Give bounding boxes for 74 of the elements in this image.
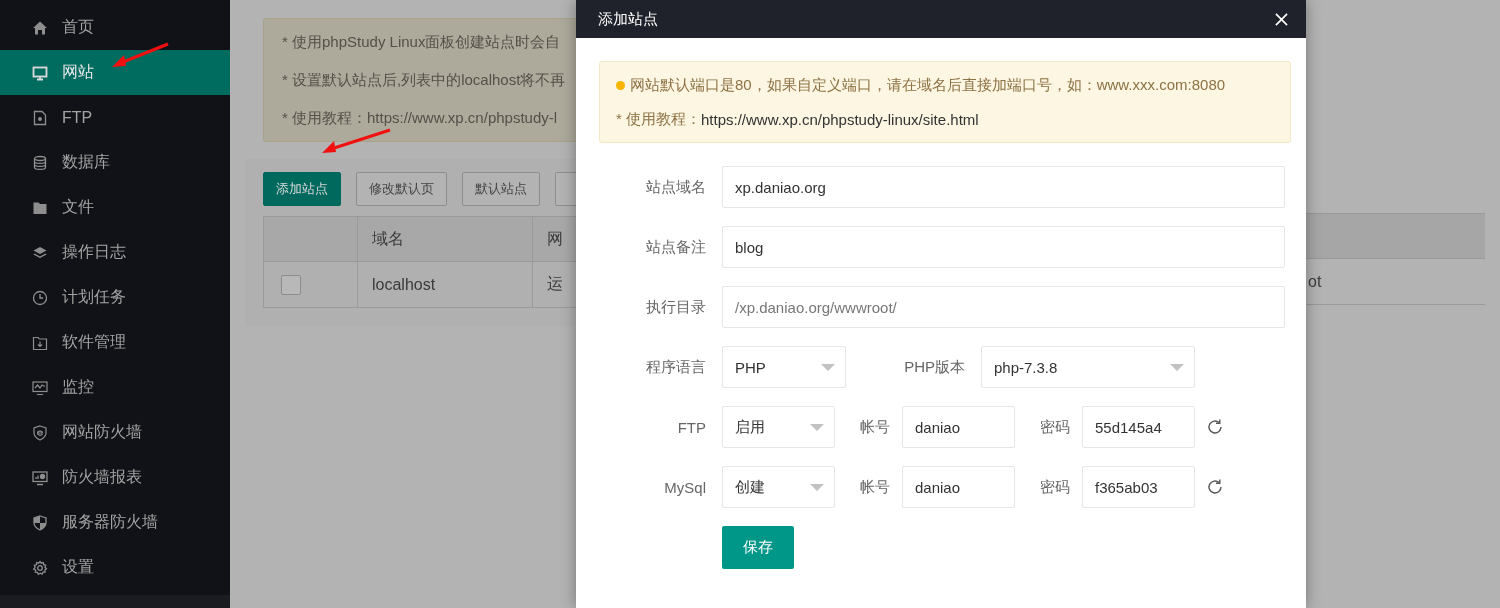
input-field[interactable]: blog (722, 226, 1285, 268)
annotation-arrow (320, 128, 392, 156)
field-label: 执行目录 (645, 297, 707, 317)
table-cell: localhost (358, 262, 533, 307)
table-cell-text: 运 (546, 274, 564, 294)
input-field[interactable]: /xp.daniao.org/wwwroot/ (722, 286, 1285, 328)
table-header-cell: 域名 (358, 217, 533, 261)
alert-text: 网站默认端口是80，如果自定义端口，请在域名后直接加端口号，如：www.xxx.com:8080 (630, 75, 1226, 95)
sidebar-item[interactable]: 操作日志 (0, 230, 230, 275)
sidebar-item[interactable]: 服务器防火墙 (0, 500, 230, 545)
shield-icon (32, 514, 48, 531)
close-icon[interactable] (1275, 12, 1288, 26)
tutorial-link[interactable]: https://www.xp.cn/phpstudy-linux/site.html (701, 110, 979, 128)
checkbox[interactable] (281, 274, 301, 295)
sidebar-item[interactable]: 计划任务 (0, 275, 230, 320)
field-label: 程序语言 (645, 357, 707, 377)
download-folder-icon (32, 334, 48, 351)
notice-text: * 设置默认站点后,列表中的localhost将不再 (282, 70, 567, 90)
dropdown[interactable]: 启用 (722, 406, 835, 448)
save-button[interactable]: 保存 (722, 525, 794, 569)
caret-icon (810, 483, 824, 491)
caret-icon (821, 363, 835, 371)
document-icon (32, 109, 48, 126)
input-field[interactable]: daniao (902, 466, 1015, 508)
table-cell-text: ot (1307, 272, 1322, 291)
toolbar-button[interactable]: 添加站点 (263, 172, 341, 206)
monitor-icon (32, 64, 48, 81)
table-header-cell-text: 网 (546, 228, 564, 249)
sidebar-item[interactable]: 软件管理 (0, 320, 230, 365)
refresh-icon[interactable] (1206, 418, 1224, 436)
sidebar-item[interactable]: 网站 (0, 50, 230, 95)
field-label: 帐号 (859, 417, 891, 437)
notice-text: * 使用教程：https://www.xp.cn/phpstudy-l (282, 108, 559, 128)
dropdown[interactable]: 创建 (722, 466, 835, 508)
input-field[interactable]: xp.daniao.org (722, 166, 1285, 208)
sidebar-item[interactable]: 监控 (0, 365, 230, 410)
settings-icon (32, 559, 48, 576)
bullet-icon (616, 80, 625, 90)
field-label: MySql (663, 478, 707, 496)
refresh-icon[interactable] (1206, 478, 1224, 496)
field-label: 站点域名 (645, 177, 707, 197)
field-label: PHP版本 (903, 357, 966, 377)
toolbar-button[interactable]: 修改默认页 (356, 172, 447, 206)
field-label: 帐号 (859, 477, 891, 497)
notice-text: * 使用phpStudy Linux面板创建站点时会自 (282, 32, 562, 52)
caret-icon (810, 423, 824, 431)
sidebar-item[interactable]: 文件 (0, 185, 230, 230)
field-label: 密码 (1039, 417, 1071, 437)
dropdown[interactable]: PHP (722, 346, 846, 388)
database-icon (32, 154, 48, 171)
field-label: FTP (676, 418, 707, 436)
sidebar-item[interactable]: 网站防火墙 (0, 410, 230, 455)
sidebar-item[interactable]: 数据库 (0, 140, 230, 185)
dropdown[interactable]: php-7.3.8 (981, 346, 1195, 388)
annotation-arrow (110, 42, 170, 70)
dialog-title: 添加站点 (598, 9, 658, 29)
clock-icon (32, 289, 48, 306)
toolbar-button[interactable]: 默认站点 (462, 172, 540, 206)
input-field[interactable]: daniao (902, 406, 1015, 448)
shield-icon (32, 424, 48, 441)
sidebar-item[interactable]: 首页 (0, 5, 230, 50)
monitor-icon (32, 469, 48, 486)
input-field[interactable]: f365ab03 (1082, 466, 1195, 508)
caret-icon (1170, 363, 1184, 371)
alert-text: * 使用教程： (616, 109, 701, 129)
chart-monitor-icon (32, 379, 48, 396)
layers-icon (32, 244, 48, 261)
home-icon (32, 19, 48, 36)
input-field[interactable]: 55d145a4 (1082, 406, 1195, 448)
field-label: 密码 (1039, 477, 1071, 497)
sidebar-item[interactable]: 防火墙报表 (0, 455, 230, 500)
sidebar-item[interactable]: FTP (0, 95, 230, 140)
sidebar-item[interactable]: 设置 (0, 545, 230, 590)
field-label: 站点备注 (645, 237, 707, 257)
